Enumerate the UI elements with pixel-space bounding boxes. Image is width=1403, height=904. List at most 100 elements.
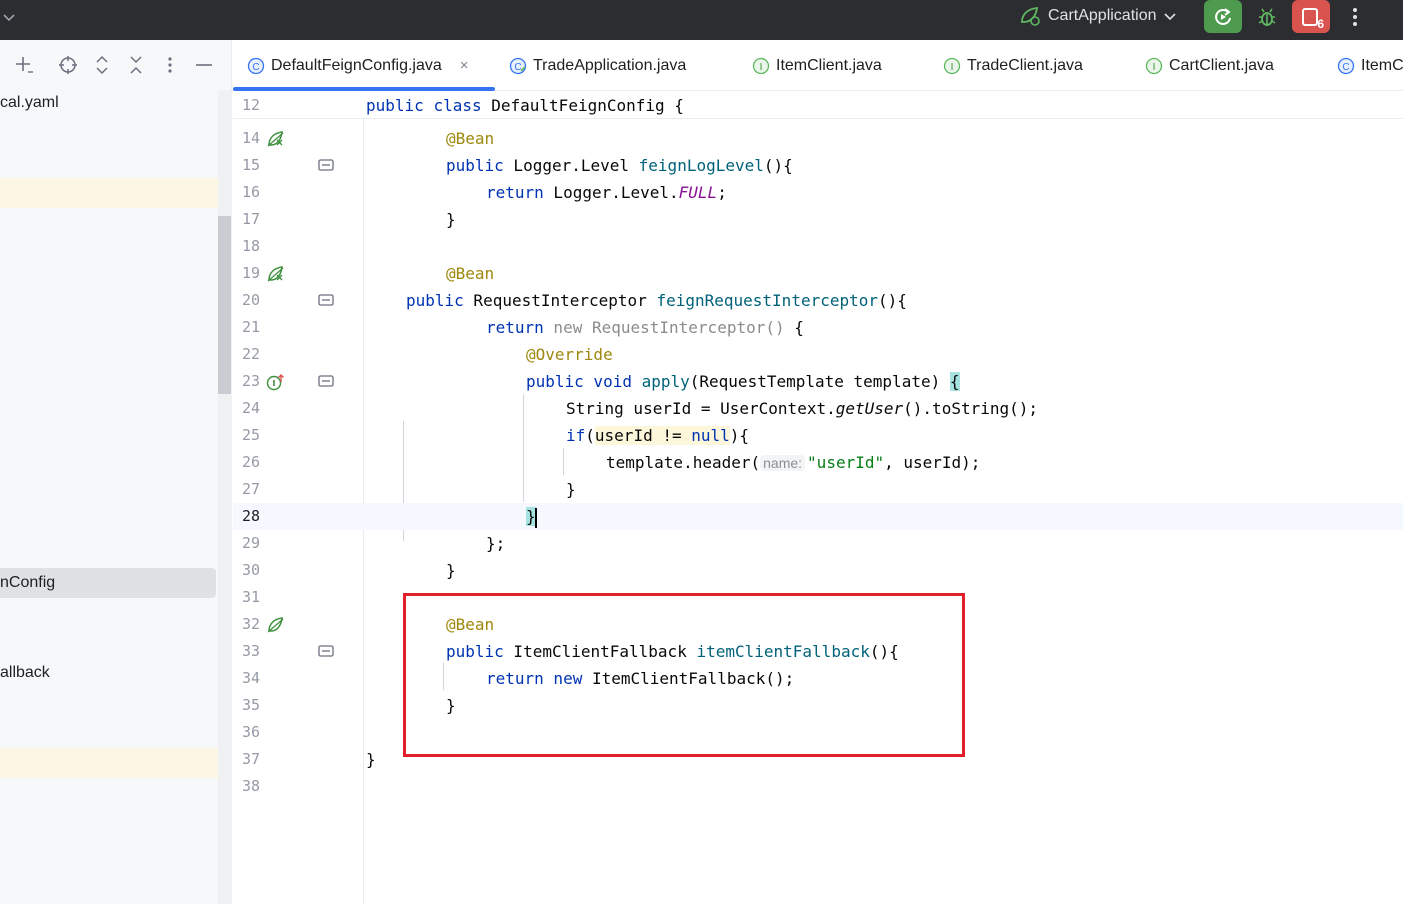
implements-gutter-icon[interactable] bbox=[266, 373, 286, 391]
stop-button[interactable]: 6 bbox=[1292, 0, 1330, 33]
minimize-icon bbox=[196, 64, 212, 66]
tab-cartclient[interactable]: I CartClient.java bbox=[1145, 40, 1274, 91]
code-line[interactable]: 34 return new ItemClientFallback(); bbox=[233, 665, 1403, 692]
line-number: 24 bbox=[241, 399, 260, 417]
project-panel-scrollbar-thumb[interactable] bbox=[218, 216, 231, 394]
expand-all-button[interactable] bbox=[90, 53, 114, 77]
code-line[interactable]: 14 @Bean bbox=[233, 125, 1403, 152]
collapse-all-button[interactable] bbox=[124, 53, 148, 77]
code-text: String userId = UserContext.getUser().to… bbox=[566, 399, 1039, 418]
code-line[interactable]: 24 String userId = UserContext.getUser()… bbox=[233, 395, 1403, 422]
line-number: 38 bbox=[241, 777, 260, 795]
code-text: } bbox=[526, 507, 537, 528]
code-line-current[interactable]: 28 } bbox=[233, 503, 1403, 530]
tab-itemc[interactable]: C ItemC bbox=[1337, 40, 1403, 91]
svg-text:C: C bbox=[514, 62, 521, 73]
plus-icon bbox=[16, 57, 33, 73]
code-line[interactable]: 20 public RequestInterceptor feignReques… bbox=[233, 287, 1403, 314]
chevron-down-icon[interactable] bbox=[2, 10, 16, 24]
hide-panel-button[interactable] bbox=[192, 53, 216, 77]
code-line[interactable]: 22 @Override bbox=[233, 341, 1403, 368]
chevron-down-icon bbox=[1163, 13, 1176, 21]
line-number: 21 bbox=[241, 318, 260, 336]
locate-file-button[interactable] bbox=[56, 53, 80, 77]
line-number: 36 bbox=[241, 723, 260, 741]
tree-item-selected[interactable]: nConfig bbox=[0, 569, 55, 597]
code-line[interactable]: 26 template.header(name: "userId", userId… bbox=[233, 449, 1403, 476]
tab-itemclient[interactable]: I ItemClient.java bbox=[752, 40, 882, 91]
tab-label: TradeClient.java bbox=[967, 56, 1083, 74]
new-element-button[interactable] bbox=[12, 53, 36, 77]
code-text: @Bean bbox=[446, 615, 495, 634]
text-caret bbox=[534, 507, 537, 528]
tree-item-label: cal.yaml bbox=[0, 94, 59, 111]
line-number: 18 bbox=[241, 237, 260, 255]
code-text: @Bean bbox=[446, 264, 495, 283]
line-number: 25 bbox=[241, 426, 260, 444]
run-configuration-label: CartApplication bbox=[1048, 7, 1157, 24]
fold-icon[interactable] bbox=[318, 375, 334, 387]
code-line[interactable]: 36 bbox=[233, 719, 1403, 746]
fold-icon[interactable] bbox=[318, 645, 334, 657]
tree-item[interactable]: allback bbox=[0, 659, 50, 687]
fold-icon[interactable] bbox=[318, 294, 334, 306]
svg-text:I: I bbox=[1153, 62, 1156, 73]
more-vertical-icon bbox=[1353, 7, 1357, 26]
bean-gutter-icon[interactable] bbox=[266, 265, 286, 283]
code-text: public Logger.Level feignLogLevel(){ bbox=[446, 156, 793, 175]
project-panel-scrollbar-track bbox=[218, 90, 232, 904]
line-number: 12 bbox=[241, 96, 260, 114]
code-line[interactable]: 35 } bbox=[233, 692, 1403, 719]
code-line[interactable]: 16 return Logger.Level.FULL; bbox=[233, 179, 1403, 206]
code-line[interactable]: 33 public ItemClientFallback itemClientF… bbox=[233, 638, 1403, 665]
fold-icon[interactable] bbox=[318, 159, 334, 171]
code-line[interactable]: 25 if(userId != null){ bbox=[233, 422, 1403, 449]
more-actions-button[interactable] bbox=[1340, 0, 1370, 33]
code-text: @Bean bbox=[446, 129, 495, 148]
tab-tradeclient[interactable]: I TradeClient.java bbox=[943, 40, 1083, 91]
code-line[interactable]: 30 } bbox=[233, 557, 1403, 584]
line-number: 14 bbox=[241, 129, 260, 147]
options-button[interactable] bbox=[158, 53, 182, 77]
line-number: 26 bbox=[241, 453, 260, 471]
interface-icon: I bbox=[943, 57, 961, 74]
rerun-icon bbox=[1215, 7, 1231, 25]
code-line[interactable]: 17 } bbox=[233, 206, 1403, 233]
close-tab-icon[interactable]: × bbox=[460, 57, 469, 74]
tab-tradeapplication[interactable]: C TradeApplication.java bbox=[509, 40, 686, 91]
line-number: 33 bbox=[241, 642, 260, 660]
rerun-button[interactable] bbox=[1204, 0, 1242, 33]
code-text: } bbox=[446, 210, 456, 229]
code-line[interactable]: 37 } bbox=[233, 746, 1403, 773]
bean-gutter-icon[interactable] bbox=[266, 616, 286, 634]
debug-button[interactable] bbox=[1250, 0, 1284, 33]
tab-defaultfeignconfig[interactable]: C DefaultFeignConfig.java × bbox=[233, 40, 495, 91]
run-configuration-selector[interactable]: CartApplication bbox=[1018, 4, 1177, 28]
sticky-scroll-line[interactable]: 12 public class DefaultFeignConfig { bbox=[233, 91, 1403, 119]
code-text: return new RequestInterceptor() { bbox=[486, 318, 804, 337]
tree-row-highlight bbox=[0, 748, 232, 778]
tree-item-label: nConfig bbox=[0, 574, 56, 591]
code-line[interactable]: 18 bbox=[233, 233, 1403, 260]
code-line[interactable]: 19 @Bean bbox=[233, 260, 1403, 287]
expand-icon bbox=[96, 55, 108, 75]
code-line[interactable]: 38 bbox=[233, 773, 1403, 800]
editor-tab-bar: C DefaultFeignConfig.java × C TradeAppli… bbox=[233, 40, 1403, 91]
code-editor[interactable]: 12 public class DefaultFeignConfig { 14 … bbox=[233, 91, 1403, 904]
tab-label: DefaultFeignConfig.java bbox=[271, 56, 442, 74]
code-line[interactable]: 29 }; bbox=[233, 530, 1403, 557]
code-line[interactable]: 15 public Logger.Level feignLogLevel(){ bbox=[233, 152, 1403, 179]
code-line[interactable]: 32 @Bean bbox=[233, 611, 1403, 638]
line-number: 29 bbox=[241, 534, 260, 552]
svg-text:C: C bbox=[1342, 62, 1349, 73]
tree-item[interactable]: cal.yaml bbox=[0, 89, 59, 117]
code-line[interactable]: 23 public void apply(RequestTemplate tem… bbox=[233, 368, 1403, 395]
class-icon: C bbox=[247, 57, 265, 74]
code-line[interactable]: 21 return new RequestInterceptor() { bbox=[233, 314, 1403, 341]
tab-label: CartClient.java bbox=[1169, 56, 1274, 74]
code-line[interactable]: 27 } bbox=[233, 476, 1403, 503]
code-text: } bbox=[566, 480, 576, 499]
bean-gutter-icon[interactable] bbox=[266, 130, 286, 148]
code-line[interactable]: 31 bbox=[233, 584, 1403, 611]
svg-text:C: C bbox=[252, 62, 259, 73]
